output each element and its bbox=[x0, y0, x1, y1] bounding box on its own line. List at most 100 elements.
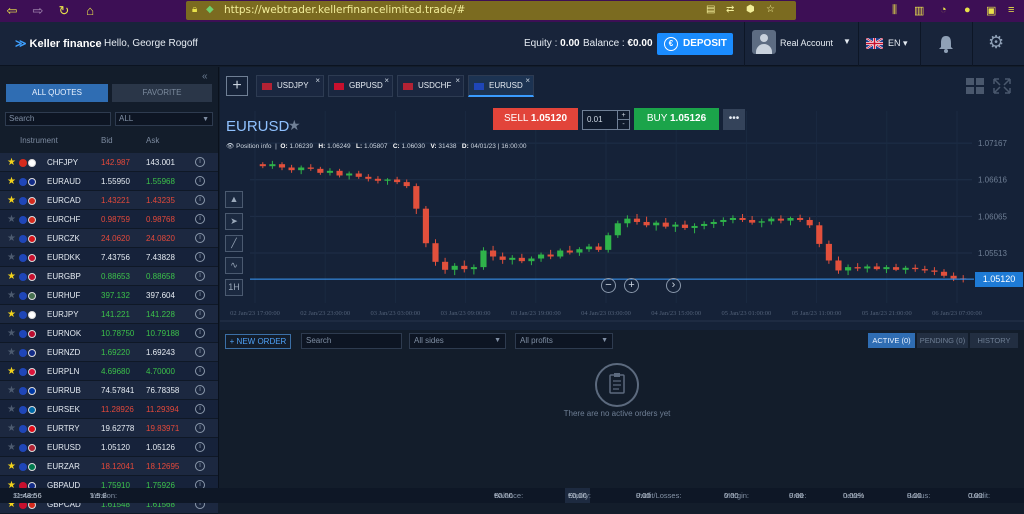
quote-ask[interactable]: 0.88658 bbox=[146, 267, 175, 286]
indicator-icon[interactable]: ∿ bbox=[225, 257, 243, 274]
quote-bid[interactable]: 141.221 bbox=[101, 305, 130, 324]
quote-row[interactable]: ★ EURCAD 1.43221 1.43235 i bbox=[0, 191, 218, 210]
info-icon[interactable]: i bbox=[195, 347, 205, 357]
quote-bid[interactable]: 397.132 bbox=[101, 286, 130, 305]
translate-icon[interactable]: ⇄ bbox=[726, 4, 734, 15]
quote-row[interactable]: ★ CHFJPY 142.987 143.001 i bbox=[0, 153, 218, 172]
uk-flag-icon[interactable] bbox=[866, 38, 883, 49]
increment-icon[interactable]: + bbox=[617, 111, 629, 120]
quote-row[interactable]: ★ EURAUD 1.55950 1.55968 i bbox=[0, 172, 218, 191]
sell-button[interactable]: SELL 1.05120 bbox=[493, 108, 578, 130]
quote-ask[interactable]: 18.12695 bbox=[146, 457, 179, 476]
add-chart-button[interactable]: + bbox=[226, 76, 248, 96]
quote-row[interactable]: ★ EURNZD 1.69220 1.69243 i bbox=[0, 343, 218, 362]
tab-favorite[interactable]: FAVORITE bbox=[112, 84, 212, 102]
favorite-star-icon[interactable]: ★ bbox=[7, 419, 16, 438]
chart-tab[interactable]: EURUSD × bbox=[468, 75, 534, 97]
quote-bid[interactable]: 7.43756 bbox=[101, 248, 130, 267]
quote-bid[interactable]: 74.57841 bbox=[101, 381, 134, 400]
quote-bid[interactable]: 18.12041 bbox=[101, 457, 134, 476]
quote-bid[interactable]: 11.28926 bbox=[101, 400, 134, 419]
favorite-star-icon[interactable]: ★ bbox=[7, 457, 16, 476]
tab-active-orders[interactable]: ACTIVE (0) bbox=[868, 333, 915, 348]
cursor-icon[interactable]: ➤ bbox=[225, 213, 243, 230]
extension-icon[interactable]: ⬢ bbox=[746, 4, 755, 15]
quote-ask[interactable]: 7.43828 bbox=[146, 248, 175, 267]
decrement-icon[interactable]: - bbox=[617, 120, 629, 129]
info-icon[interactable]: i bbox=[195, 385, 205, 395]
info-icon[interactable]: i bbox=[195, 404, 205, 414]
favorite-star-icon[interactable]: ★ bbox=[7, 286, 16, 305]
info-icon[interactable]: i bbox=[195, 176, 205, 186]
quote-ask[interactable]: 1.05126 bbox=[146, 438, 175, 457]
position-info-link[interactable]: Position info bbox=[236, 143, 271, 150]
tab-all-quotes[interactable]: ALL QUOTES bbox=[6, 84, 108, 102]
info-icon[interactable]: i bbox=[195, 214, 205, 224]
reader-view-icon[interactable]: ◔ bbox=[940, 4, 947, 16]
chart-tab[interactable]: GBPUSD × bbox=[328, 75, 393, 97]
quote-row[interactable]: ★ EURHUF 397.132 397.604 i bbox=[0, 286, 218, 305]
language-selector[interactable]: EN ▾ bbox=[888, 38, 908, 49]
close-icon[interactable]: × bbox=[455, 71, 460, 91]
avatar-icon[interactable] bbox=[752, 30, 776, 54]
quote-bid[interactable]: 19.62778 bbox=[101, 419, 134, 438]
trendline-icon[interactable]: ╱ bbox=[225, 235, 243, 252]
quote-ask[interactable]: 19.83971 bbox=[146, 419, 179, 438]
quote-row[interactable]: ★ EURCZK 24.0620 24.0820 i bbox=[0, 229, 218, 248]
addon-icon[interactable]: ▣ bbox=[986, 4, 996, 17]
back-icon[interactable]: ⇦ bbox=[4, 3, 20, 19]
col-header-ask[interactable]: Ask bbox=[146, 136, 159, 145]
close-icon[interactable]: × bbox=[384, 71, 389, 91]
quote-ask[interactable]: 76.78358 bbox=[146, 381, 179, 400]
quote-row[interactable]: ★ EURPLN 4.69680 4.70000 i bbox=[0, 362, 218, 381]
menu-icon[interactable]: ≡ bbox=[1008, 4, 1014, 16]
close-icon[interactable]: × bbox=[525, 71, 530, 91]
zoom-in-icon[interactable]: + bbox=[624, 278, 639, 293]
info-icon[interactable]: i bbox=[195, 233, 205, 243]
quote-bid[interactable]: 10.78750 bbox=[101, 324, 134, 343]
info-icon[interactable]: i bbox=[195, 461, 205, 471]
tab-history[interactable]: HISTORY bbox=[970, 333, 1018, 348]
home-icon[interactable]: ⌂ bbox=[82, 3, 98, 19]
lot-size-stepper[interactable]: 0.01 + - bbox=[582, 110, 630, 130]
quote-row[interactable]: ★ EURTRY 19.62778 19.83971 i bbox=[0, 419, 218, 438]
info-icon[interactable]: i bbox=[195, 290, 205, 300]
bell-icon[interactable] bbox=[938, 35, 954, 53]
favorite-star-icon[interactable]: ★ bbox=[7, 400, 16, 419]
library-icon[interactable]: ⫼ bbox=[892, 4, 897, 17]
chart-tab[interactable]: USDCHF × bbox=[397, 75, 464, 97]
col-header-instrument[interactable]: Instrument bbox=[20, 136, 58, 145]
quote-ask[interactable]: 1.43235 bbox=[146, 191, 175, 210]
quote-bid[interactable]: 142.987 bbox=[101, 153, 130, 172]
favorite-star-icon[interactable]: ★ bbox=[7, 153, 16, 172]
quote-ask[interactable]: 397.604 bbox=[146, 286, 175, 305]
quote-bid[interactable]: 1.55950 bbox=[101, 172, 130, 191]
quote-row[interactable]: ★ EURRUB 74.57841 76.78358 i bbox=[0, 381, 218, 400]
quotes-filter-select[interactable]: ALL ▼ bbox=[115, 112, 213, 126]
info-icon[interactable]: i bbox=[195, 271, 205, 281]
favorite-star-icon[interactable]: ★ bbox=[7, 172, 16, 191]
candlestick-chart[interactable]: 1.07167 1.06616 1.06065 1.05513 02 Jan/23 17… bbox=[220, 67, 1024, 330]
quote-bid[interactable]: 1.43221 bbox=[101, 191, 130, 210]
quote-row[interactable]: ★ EURUSD 1.05120 1.05126 i bbox=[0, 438, 218, 457]
favorite-star-icon[interactable]: ★ bbox=[7, 438, 16, 457]
quote-ask[interactable]: 0.98768 bbox=[146, 210, 175, 229]
quote-row[interactable]: ★ EURCHF 0.98759 0.98768 i bbox=[0, 210, 218, 229]
account-dropdown-icon[interactable]: ▼ bbox=[843, 37, 851, 46]
orders-search-input[interactable]: Search bbox=[301, 333, 402, 349]
address-bar[interactable]: 🔒︎ ◆ https://webtrader.kellerfinancelimi… bbox=[186, 1, 796, 20]
quote-row[interactable]: ★ EURNOK 10.78750 10.79188 i bbox=[0, 324, 218, 343]
chart-tab[interactable]: USDJPY × bbox=[256, 75, 324, 97]
info-icon[interactable]: i bbox=[195, 157, 205, 167]
quote-ask[interactable]: 4.70000 bbox=[146, 362, 175, 381]
info-icon[interactable]: i bbox=[195, 442, 205, 452]
quote-row[interactable]: ★ EURGBP 0.88653 0.88658 i bbox=[0, 267, 218, 286]
quote-row[interactable]: ★ EURJPY 141.221 141.228 i bbox=[0, 305, 218, 324]
quote-bid[interactable]: 0.98759 bbox=[101, 210, 130, 229]
quote-bid[interactable]: 4.69680 bbox=[101, 362, 130, 381]
quote-ask[interactable]: 24.0820 bbox=[146, 229, 175, 248]
quote-bid[interactable]: 1.69220 bbox=[101, 343, 130, 362]
profile-icon[interactable]: ● bbox=[964, 4, 971, 16]
quote-ask[interactable]: 141.228 bbox=[146, 305, 175, 324]
info-icon[interactable]: i bbox=[195, 195, 205, 205]
